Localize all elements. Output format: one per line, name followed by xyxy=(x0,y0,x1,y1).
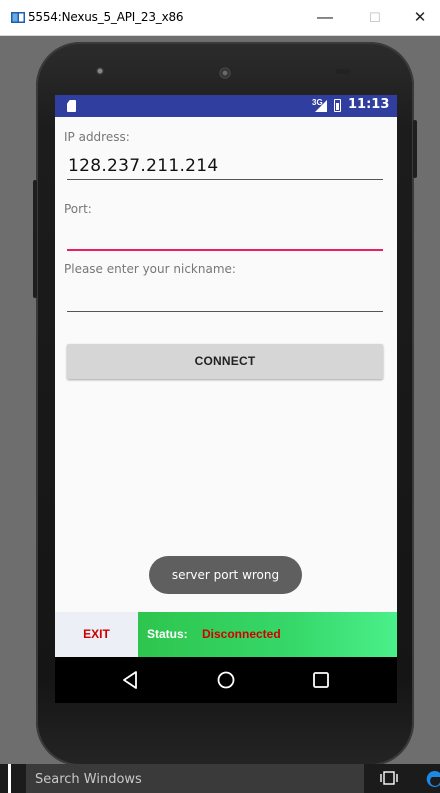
recents-square-icon[interactable] xyxy=(310,669,332,691)
maximize-button[interactable]: ☐ xyxy=(355,6,395,30)
status-clock: 11:13 xyxy=(348,97,390,112)
windows-taskbar: Search Windows xyxy=(0,764,440,793)
phone-screen: 3G 11:13 IP address: 128.237.211.214 Por… xyxy=(55,95,397,703)
minimize-button[interactable]: — xyxy=(305,6,345,30)
status-label: Status: xyxy=(147,627,188,641)
power-button[interactable] xyxy=(413,120,417,178)
status-panel: Status: Disconnected xyxy=(138,612,397,657)
front-camera-icon xyxy=(96,67,104,75)
signal-icon xyxy=(315,100,327,112)
volume-button[interactable] xyxy=(33,180,37,298)
connect-button[interactable]: CONNECT xyxy=(67,344,383,379)
exit-button[interactable]: EXIT xyxy=(55,612,138,657)
bottom-bar: EXIT Status: Disconnected xyxy=(55,612,397,657)
start-button[interactable] xyxy=(8,764,11,793)
port-label: Port: xyxy=(64,202,92,216)
edge-browser-icon[interactable] xyxy=(426,768,440,790)
ip-address-input[interactable]: 128.237.211.214 xyxy=(68,156,219,176)
sensor-icon xyxy=(336,69,350,74)
search-box[interactable]: Search Windows xyxy=(26,764,364,793)
toast-message: server port wrong xyxy=(149,556,302,594)
window-title: 5554:Nexus_5_API_23_x86 xyxy=(28,10,184,24)
battery-icon xyxy=(334,99,341,112)
window-title-bar: 5554:Nexus_5_API_23_x86 — ☐ ✕ xyxy=(0,0,440,36)
port-underline xyxy=(67,249,383,251)
nickname-label: Please enter your nickname: xyxy=(64,262,236,276)
android-status-bar: 3G 11:13 xyxy=(55,95,397,117)
search-placeholder: Search Windows xyxy=(35,772,142,787)
back-triangle-icon[interactable] xyxy=(119,669,141,691)
ip-address-label: IP address: xyxy=(64,130,130,144)
nickname-underline xyxy=(67,311,383,312)
task-view-icon[interactable] xyxy=(380,770,398,786)
speaker-icon xyxy=(218,66,232,80)
sd-card-icon xyxy=(67,100,76,112)
android-nav-bar xyxy=(55,657,397,703)
close-button[interactable]: ✕ xyxy=(400,6,440,30)
status-value: Disconnected xyxy=(202,627,281,641)
home-circle-icon[interactable] xyxy=(215,669,237,691)
ip-address-underline xyxy=(67,179,383,180)
emulator-window-icon xyxy=(11,12,25,23)
